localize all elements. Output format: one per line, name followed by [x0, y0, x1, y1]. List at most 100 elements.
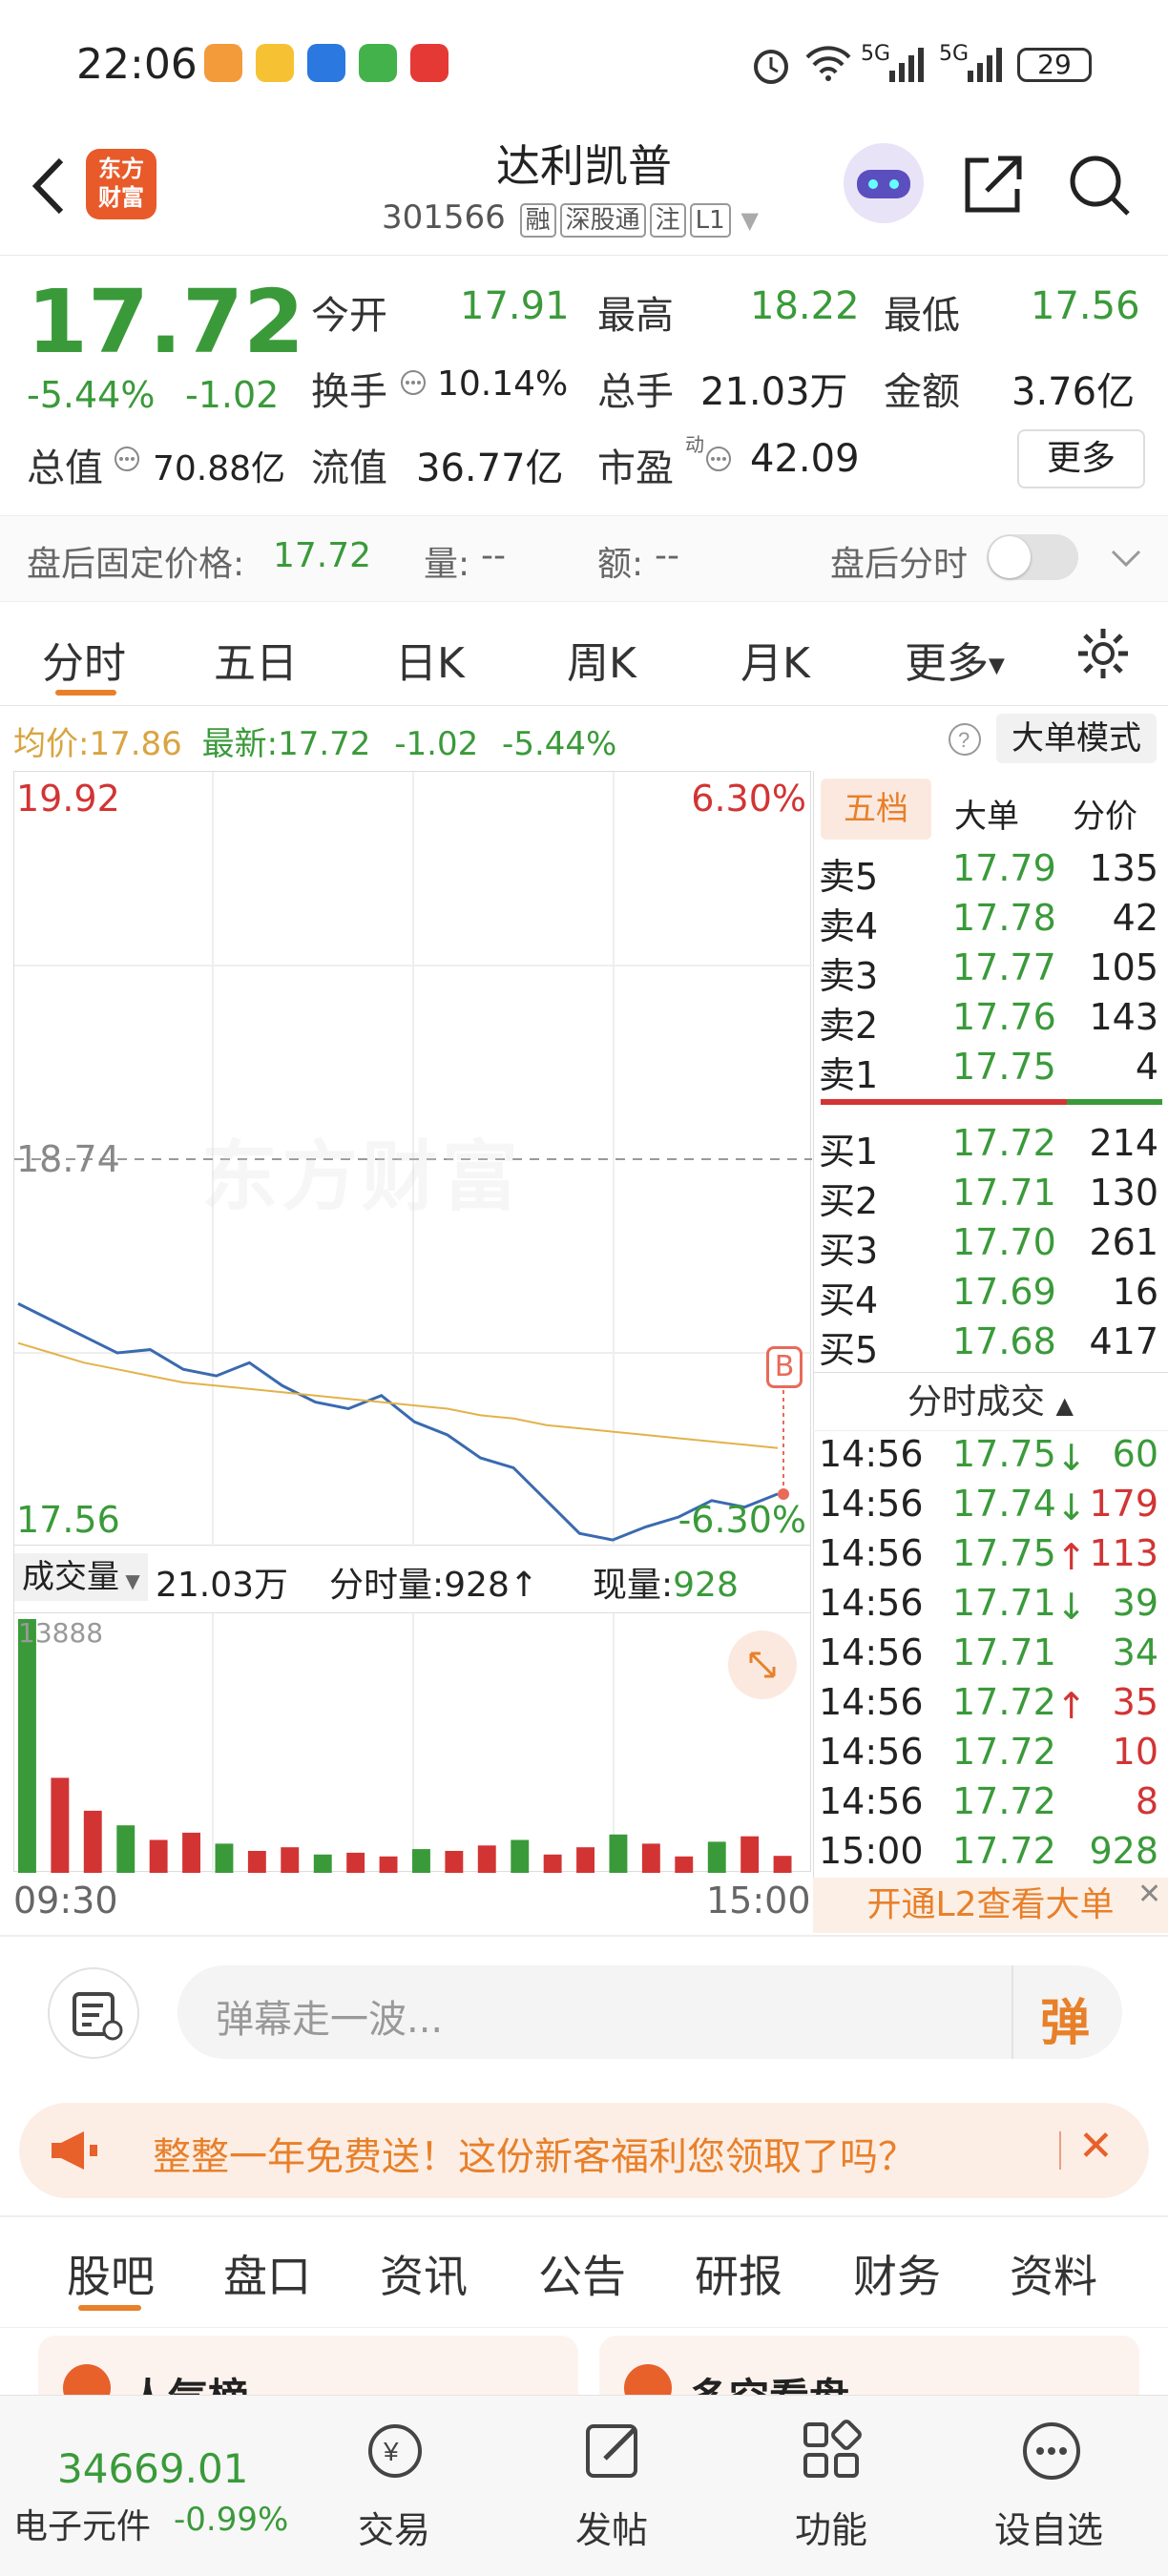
expand-icon[interactable]: [728, 1631, 797, 1699]
trade-qty: 35: [1112, 1681, 1158, 1723]
turnover-value: 10.14%: [437, 364, 569, 404]
info-dots-icon[interactable]: [399, 368, 428, 397]
nav-function[interactable]: 功能: [760, 2501, 903, 2553]
trade-row: 14:56 17.75 ↑ 113: [819, 1528, 1162, 1578]
sell-qty: 42: [1112, 897, 1158, 939]
info-dots-icon[interactable]: [113, 445, 141, 473]
big-order-mode-button[interactable]: 大单模式: [996, 714, 1157, 763]
stock-code: 301566: [382, 198, 506, 237]
buy-qty: 16: [1112, 1271, 1158, 1313]
info-dots-icon[interactable]: [704, 445, 733, 473]
tab-more[interactable]: 更多▼: [905, 629, 1005, 690]
volume-selector[interactable]: 成交量 ▼: [14, 1553, 148, 1601]
trade-qty: 39: [1112, 1582, 1158, 1624]
trade-time: 15:00: [819, 1830, 924, 1872]
trade-qty: 928: [1089, 1830, 1158, 1872]
time-end-label: 15:00: [706, 1880, 811, 1922]
post-icon[interactable]: [580, 2417, 647, 2483]
trade-price: 17.74 ↓: [952, 1483, 1087, 1528]
promo-banner[interactable]: 整整一年免费送！这份新客福利您领取了吗？ ✕: [19, 2103, 1149, 2198]
mktcap-value: 70.88亿: [153, 449, 286, 488]
current-volume: 现量:928: [593, 1566, 739, 1605]
danmu-settings-icon[interactable]: [48, 1967, 139, 2059]
sell-qty: 135: [1089, 847, 1158, 889]
chevron-down-icon[interactable]: [1107, 544, 1145, 572]
help-icon[interactable]: ?: [947, 721, 983, 758]
tab-research[interactable]: 研报: [695, 2242, 782, 2305]
tab-daily-k[interactable]: 日K: [395, 629, 465, 690]
section-tab-indicator: [78, 2305, 141, 2311]
megaphone-icon: [52, 2131, 97, 2170]
intraday-chart[interactable]: 东方财富 19.92 6.30% 18.74 17.56 -6.30% B: [13, 771, 812, 1547]
watermark: 东方财富: [201, 1132, 522, 1221]
volume-chart[interactable]: 13888: [13, 1612, 811, 1873]
more-dots-icon[interactable]: [1017, 2417, 1086, 2485]
wifi-icon: [805, 46, 851, 81]
tab-weekly-k[interactable]: 周K: [567, 629, 636, 690]
danmu-send-button[interactable]: 弹: [1012, 1965, 1122, 2059]
axis-mid-price: 18.74: [16, 1138, 120, 1180]
buy-price: 17.69: [952, 1271, 1056, 1313]
nav-add-watchlist[interactable]: 设自选: [977, 2501, 1120, 2553]
after-hours-vol: --: [481, 536, 506, 575]
nav-post[interactable]: 发帖: [540, 2501, 683, 2553]
tab-profile[interactable]: 资料: [1010, 2242, 1097, 2305]
buy-row: 买5 17.68 417: [819, 1317, 1162, 1371]
comment-input[interactable]: 弹幕走一波... 弹: [177, 1965, 1122, 2059]
after-hours-toggle[interactable]: [987, 534, 1078, 580]
tab-announcements[interactable]: 公告: [538, 2242, 626, 2305]
tab-finance[interactable]: 财务: [853, 2242, 941, 2305]
sell-price: 17.78: [952, 897, 1056, 939]
index-value[interactable]: 34669.01: [57, 2445, 248, 2492]
index-name[interactable]: 电子元件: [13, 2499, 151, 2548]
close-l2-banner-icon[interactable]: ✕: [1137, 1878, 1161, 1911]
tab-5day[interactable]: 五日: [214, 629, 298, 690]
volume-header: 成交量 ▼ 21.03万 分时量:928↑ 现量:928: [13, 1546, 811, 1612]
notification-app-icon: [307, 44, 345, 82]
trade-row: 14:56 17.72 8: [819, 1776, 1162, 1826]
trade-qty: 60: [1112, 1433, 1158, 1475]
trade-qty: 10: [1112, 1731, 1158, 1773]
turnover-label: 换手: [311, 370, 387, 414]
gear-icon[interactable]: [1074, 625, 1132, 682]
trade-row: 14:56 17.74 ↓ 179: [819, 1479, 1162, 1528]
buy-marker[interactable]: B: [766, 1346, 803, 1388]
tab-monthly-k[interactable]: 月K: [740, 629, 810, 690]
trades-title[interactable]: 分时成交 ▲: [813, 1372, 1168, 1431]
close-promo-icon[interactable]: ✕: [1078, 2122, 1114, 2171]
latest-change-pct: -5.44%: [502, 725, 617, 763]
sell-level-label: 卖1: [819, 1054, 879, 1096]
buy-price: 17.68: [952, 1320, 1056, 1362]
l2-banner[interactable]: 开通L2查看大单: [813, 1878, 1168, 1933]
tab-big-orders[interactable]: 大单: [954, 790, 1019, 837]
grid-function-icon[interactable]: [798, 2417, 865, 2483]
share-icon[interactable]: [960, 151, 1027, 218]
buy-row: 买3 17.70 261: [819, 1217, 1162, 1272]
nav-trade[interactable]: 交易: [323, 2501, 466, 2553]
dropdown-triangle-icon[interactable]: ▼: [741, 207, 759, 234]
tag-level: L1: [689, 203, 731, 238]
trade-price: 17.71 ↓: [952, 1582, 1087, 1628]
trade-icon[interactable]: ¥: [359, 2417, 431, 2483]
tab-intraday[interactable]: 分时: [42, 629, 126, 690]
tab-five-level[interactable]: 五档: [821, 779, 931, 840]
trade-row: 14:56 17.71 34: [819, 1628, 1162, 1677]
assistant-robot-icon[interactable]: [844, 143, 924, 223]
axis-bottom-pct: -6.30%: [678, 1499, 806, 1541]
svg-text:¥: ¥: [383, 2437, 399, 2466]
search-icon[interactable]: [1065, 151, 1134, 219]
volume-bar: [215, 1843, 234, 1873]
promo-text: 整整一年免费送！这份新客福利您领取了吗？: [153, 2135, 916, 2179]
more-button[interactable]: 更多: [1017, 429, 1145, 488]
bottom-nav: 34669.01 电子元件 -0.99% ¥ 交易 发帖 功能 设自选: [0, 2395, 1168, 2576]
tab-price-distribution[interactable]: 分价: [1073, 790, 1137, 837]
trade-row: 15:00 17.72 928: [819, 1826, 1162, 1876]
sell-level-label: 卖5: [819, 856, 879, 898]
trade-qty: 179: [1089, 1483, 1158, 1525]
tab-news[interactable]: 资讯: [380, 2242, 468, 2305]
tab-pankou[interactable]: 盘口: [223, 2242, 311, 2305]
amount-value: 3.76亿: [1012, 370, 1136, 414]
tab-guba[interactable]: 股吧: [67, 2242, 155, 2305]
trade-row: 14:56 17.71 ↓ 39: [819, 1578, 1162, 1628]
volume-total: 21.03万: [156, 1566, 289, 1605]
